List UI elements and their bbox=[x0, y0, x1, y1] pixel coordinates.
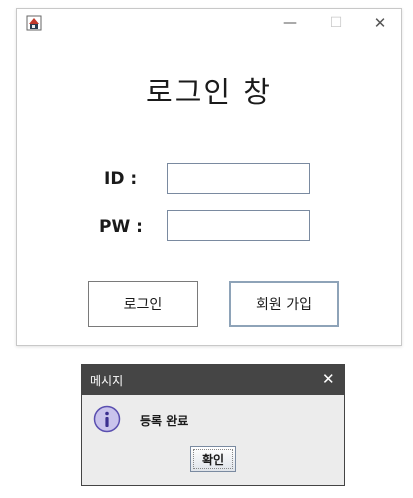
id-label: ID : bbox=[104, 169, 138, 189]
dialog-message: 등록 완료 bbox=[140, 414, 189, 428]
login-button[interactable]: 로그인 bbox=[88, 281, 198, 327]
java-coffee-icon bbox=[26, 15, 42, 31]
info-icon bbox=[93, 405, 121, 433]
minimize-button[interactable]: — bbox=[280, 14, 300, 32]
dialog-close-button[interactable]: ✕ bbox=[322, 370, 335, 388]
ok-button[interactable]: 확인 bbox=[190, 446, 236, 472]
message-dialog: 메시지 ✕ 등록 완료 확인 bbox=[81, 364, 345, 486]
close-button[interactable]: ✕ bbox=[370, 14, 390, 32]
dialog-titlebar: 메시지 ✕ bbox=[82, 365, 344, 395]
signup-button[interactable]: 회원 가입 bbox=[229, 281, 339, 327]
page-title: 로그인 창 bbox=[146, 75, 272, 109]
dialog-title: 메시지 bbox=[90, 374, 124, 388]
pw-field[interactable] bbox=[167, 210, 310, 241]
pw-label: PW : bbox=[99, 217, 143, 237]
login-window: — ☐ ✕ 로그인 창 ID : PW : 로그인 회원 가입 bbox=[16, 8, 402, 346]
id-field[interactable] bbox=[167, 163, 310, 194]
maximize-button[interactable]: ☐ bbox=[326, 14, 346, 32]
